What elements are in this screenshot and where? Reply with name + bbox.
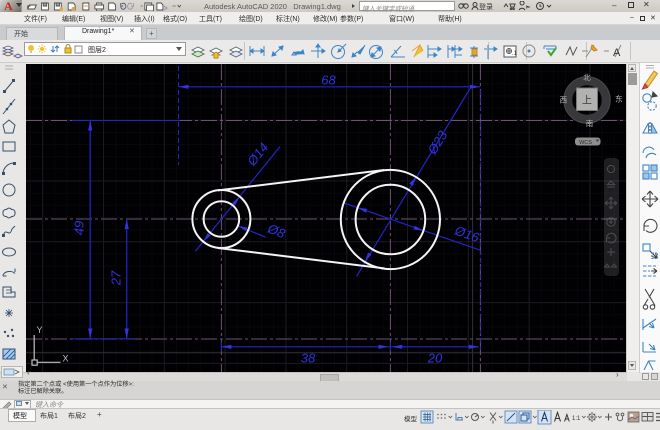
svg-text:南: 南 (586, 118, 594, 128)
svg-text:东: 东 (615, 94, 623, 104)
svg-text:27: 27 (108, 270, 123, 286)
svg-text:上: 上 (582, 95, 592, 107)
svg-text:北: 北 (583, 73, 591, 82)
svg-text:A: A (613, 47, 621, 59)
svg-text:X: X (63, 354, 69, 364)
svg-text:20: 20 (427, 351, 443, 366)
svg-text:.1: .1 (512, 51, 518, 57)
svg-text:1:1: 1:1 (572, 416, 581, 422)
svg-text:Y: Y (37, 325, 43, 335)
svg-text:西: 西 (560, 96, 568, 105)
svg-text:WCS: WCS (579, 140, 592, 146)
svg-text:68: 68 (321, 73, 336, 88)
svg-text:38: 38 (301, 351, 316, 366)
svg-text:49: 49 (72, 221, 87, 235)
